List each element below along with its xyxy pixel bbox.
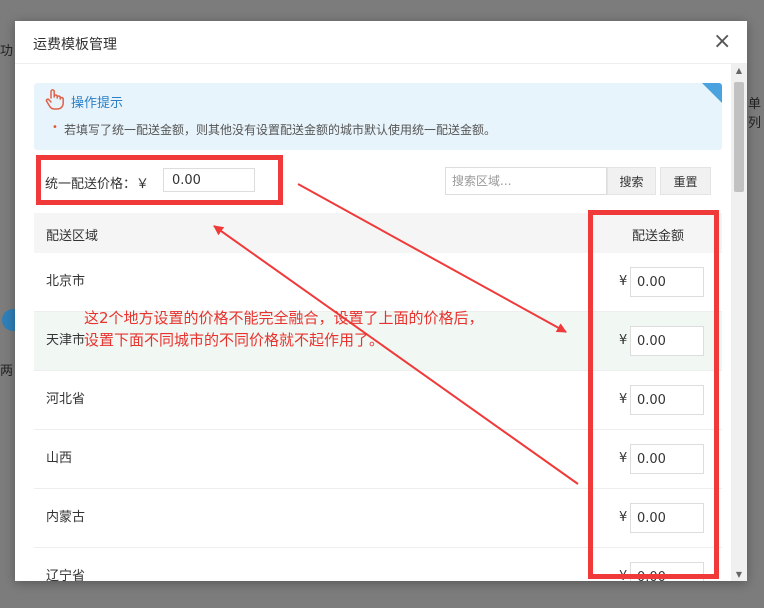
annotation-arrows: [213, 183, 579, 485]
annotation-line-1: 这2个地方设置的价格不能完全融合，设置了上面的价格后，: [84, 309, 484, 327]
annotation-line-2: 设置下面不同城市的不同价格就不起作用了。: [84, 331, 385, 349]
annotation-arrow: [213, 225, 579, 485]
annotation-text: 这2个地方设置的价格不能完全融合，设置了上面的价格后， 设置下面不同城市的不同价…: [84, 307, 484, 351]
